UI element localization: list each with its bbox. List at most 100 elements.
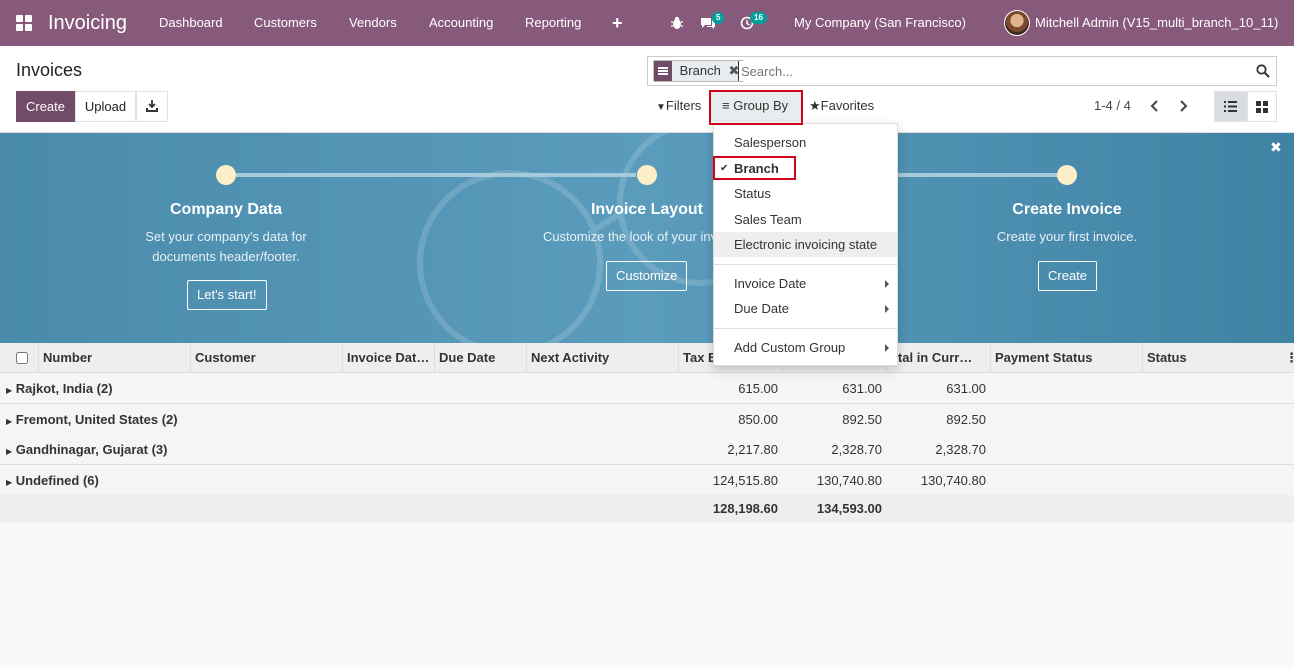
total-currency-value: 130,740.80 xyxy=(920,473,986,488)
chat-badge: 5 xyxy=(712,12,725,24)
step-dot xyxy=(1057,165,1077,185)
column-total-currency[interactable]: Total in Curr… xyxy=(886,343,990,373)
favorites-button[interactable]: ★Favorites xyxy=(803,90,885,122)
column-invoice-date[interactable]: Invoice Dat… xyxy=(342,343,434,373)
caret-right-icon: ▶ xyxy=(6,447,13,456)
select-all-checkbox[interactable] xyxy=(16,352,28,364)
divider xyxy=(714,264,897,265)
group-name: ▶ Fremont, United States (2) xyxy=(6,412,178,427)
company-switcher[interactable]: My Company (San Francisco) xyxy=(794,0,966,46)
step-title: Create Invoice xyxy=(1012,201,1122,218)
progress-line xyxy=(880,173,1060,177)
step-description: Create your first invoice. xyxy=(996,229,1138,244)
chevron-left-icon[interactable] xyxy=(1150,100,1160,112)
column-number[interactable]: Number xyxy=(38,343,191,373)
page-title: Invoices xyxy=(16,60,83,80)
app-name[interactable]: Invoicing xyxy=(48,0,127,46)
user-menu[interactable]: Mitchell Admin (V15_multi_branch_10_11) xyxy=(1035,0,1278,46)
table-row[interactable]: ▶ Fremont, United States (2) 850.00 892.… xyxy=(0,404,1294,435)
menu-vendors[interactable]: Vendors xyxy=(349,0,397,46)
avatar[interactable] xyxy=(1004,10,1030,36)
total-value: 2,328.70 xyxy=(831,442,882,457)
groupby-sales-team[interactable]: Sales Team xyxy=(714,207,897,232)
divider xyxy=(714,328,897,329)
tax-excluded-value: 2,217.80 xyxy=(727,442,778,457)
groupby-due-date[interactable]: Due Date xyxy=(714,296,897,321)
table-row[interactable]: ▶ Undefined (6) 124,515.80 130,740.80 13… xyxy=(0,465,1294,496)
kanban-view-button[interactable] xyxy=(1247,91,1277,122)
pager-value[interactable]: 1-4 / 4 xyxy=(1094,98,1131,113)
filters-button[interactable]: ▼Filters xyxy=(647,90,709,122)
table-row[interactable]: ▶ Rajkot, India (2) 615.00 631.00 631.00 xyxy=(0,373,1294,404)
upload-button[interactable]: Upload xyxy=(75,91,136,122)
total-tax-excluded: 128,198.60 xyxy=(712,501,778,516)
total-value: 892.50 xyxy=(842,412,882,427)
search-facet-branch[interactable]: Branch ✖ xyxy=(653,60,745,82)
optional-columns-icon[interactable]: ⋮ xyxy=(1282,343,1294,373)
search-icon[interactable] xyxy=(1256,64,1270,78)
total-currency-value: 2,328.70 xyxy=(935,442,986,457)
caret-right-icon xyxy=(885,280,889,288)
kanban-icon xyxy=(1256,101,1268,113)
progress-line xyxy=(236,173,636,177)
caret-right-icon xyxy=(885,344,889,352)
add-custom-group[interactable]: Add Custom Group xyxy=(714,335,897,360)
menu-reporting[interactable]: Reporting xyxy=(525,0,581,46)
control-panel: Invoices Create Upload Branch ✖ ▼Filters… xyxy=(0,46,1294,133)
step-dot xyxy=(216,165,236,185)
groupby-salesperson[interactable]: Salesperson xyxy=(714,130,897,155)
menu-accounting[interactable]: Accounting xyxy=(429,0,493,46)
create-button[interactable]: Create xyxy=(16,91,75,122)
highlight-groupby xyxy=(709,90,803,125)
groupby-status[interactable]: Status xyxy=(714,181,897,206)
activity-badge: 16 xyxy=(750,12,767,24)
total-value: 631.00 xyxy=(842,381,882,396)
customize-button[interactable]: Customize xyxy=(606,261,688,291)
table-row[interactable]: ▶ Gandhinagar, Gujarat (3) 2,217.80 2,32… xyxy=(0,434,1294,465)
top-navbar: Invoicing Dashboard Customers Vendors Ac… xyxy=(0,0,1294,46)
search-bar: Branch ✖ xyxy=(647,56,1277,86)
tax-excluded-value: 124,515.80 xyxy=(712,473,778,488)
step-title: Company Data xyxy=(169,201,283,218)
list-icon xyxy=(1224,101,1237,112)
caret-right-icon: ▶ xyxy=(6,386,13,395)
column-next-activity[interactable]: Next Activity xyxy=(526,343,678,373)
menu-dashboard[interactable]: Dashboard xyxy=(159,0,223,46)
menu-customers[interactable]: Customers xyxy=(254,0,317,46)
groupby-invoice-date[interactable]: Invoice Date xyxy=(714,271,897,296)
lets-start-button[interactable]: Let's start! xyxy=(187,280,267,310)
total-currency-value: 631.00 xyxy=(946,381,986,396)
onboarding-banner: Company Data Set your company's data for… xyxy=(0,133,1294,343)
star-icon: ★ xyxy=(809,98,821,113)
total-value: 130,740.80 xyxy=(816,473,882,488)
column-due-date[interactable]: Due Date xyxy=(434,343,526,373)
chevron-right-icon[interactable] xyxy=(1178,100,1188,112)
total-currency-value: 892.50 xyxy=(946,412,986,427)
step-dot xyxy=(637,165,657,185)
column-customer[interactable]: Customer xyxy=(190,343,343,373)
search-input[interactable] xyxy=(738,61,1238,81)
column-payment-status[interactable]: Payment Status xyxy=(990,343,1143,373)
step-description: Set your company's data for documents hea… xyxy=(145,229,307,264)
invoice-list: Number Customer Invoice Dat… Due Date Ne… xyxy=(0,343,1294,523)
apps-menu-icon[interactable] xyxy=(16,15,32,31)
group-name: ▶ Undefined (6) xyxy=(6,473,99,488)
facet-label: Branch xyxy=(679,63,721,78)
groupby-facet-icon xyxy=(654,61,672,81)
tax-excluded-value: 615.00 xyxy=(738,381,778,396)
list-view-button[interactable] xyxy=(1214,91,1247,122)
close-icon[interactable]: ✖ xyxy=(1270,139,1282,156)
download-button[interactable] xyxy=(136,91,168,122)
plus-icon[interactable]: + xyxy=(612,0,623,46)
grand-total: 134,593.00 xyxy=(816,501,882,516)
caret-right-icon: ▶ xyxy=(6,478,13,487)
group-name: ▶ Gandhinagar, Gujarat (3) xyxy=(6,442,168,457)
caret-right-icon xyxy=(885,305,889,313)
bug-icon[interactable] xyxy=(671,16,683,30)
table-totals-row: 128,198.60 134,593.00 xyxy=(0,495,1294,523)
column-status[interactable]: Status xyxy=(1142,343,1282,373)
caret-right-icon: ▶ xyxy=(6,417,13,426)
groupby-einvoicing-state[interactable]: Electronic invoicing state xyxy=(714,232,897,257)
create-invoice-button[interactable]: Create xyxy=(1038,261,1098,291)
table-header: Number Customer Invoice Dat… Due Date Ne… xyxy=(0,343,1294,373)
